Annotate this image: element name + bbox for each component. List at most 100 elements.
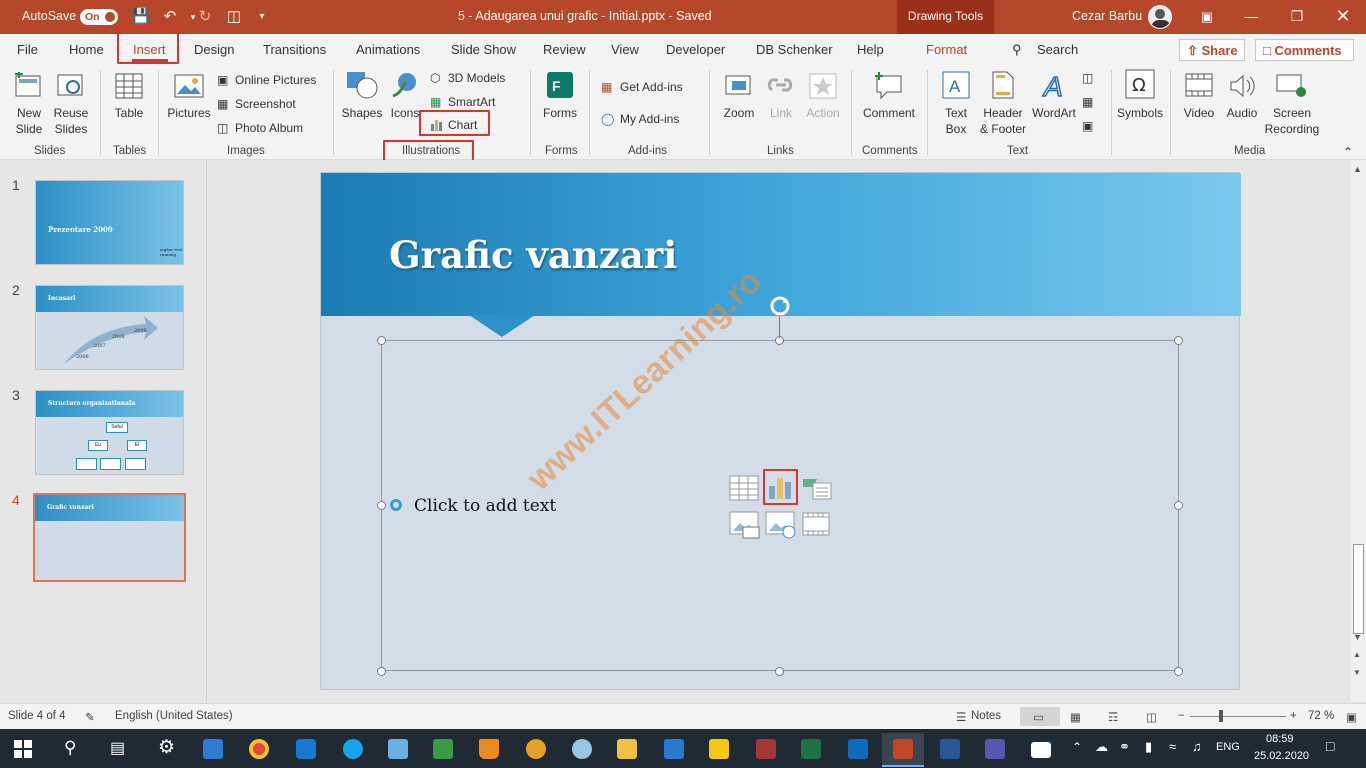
network-globe-icon[interactable]: ⚭	[1119, 739, 1130, 755]
teams-icon[interactable]	[974, 733, 1016, 767]
object-icon[interactable]: ▣	[1082, 118, 1093, 134]
my-addins-icon[interactable]: ◯	[601, 111, 614, 127]
resize-handle[interactable]	[377, 336, 386, 345]
symbols-button[interactable]: Symbols	[1114, 105, 1166, 121]
notes-icon[interactable]: ☰	[956, 710, 966, 724]
online-pictures-button[interactable]: Online Pictures	[235, 72, 316, 88]
online-pictures-icon[interactable]: ▣	[217, 72, 228, 88]
audio-button[interactable]: Audio	[1223, 105, 1261, 121]
resize-handle[interactable]	[1174, 667, 1183, 676]
icons-button[interactable]: Icons	[387, 105, 423, 121]
comment-icon[interactable]	[873, 70, 905, 100]
windows-start-icon[interactable]	[14, 740, 32, 758]
date-time-icon[interactable]: ◫	[1082, 70, 1093, 86]
zoom-button[interactable]: Zoom	[720, 105, 758, 121]
insert-video-icon[interactable]	[802, 512, 830, 536]
zoom-level[interactable]: 72 %	[1308, 710, 1334, 722]
taskbar-app-icon[interactable]	[377, 733, 419, 767]
new-slide-button[interactable]: New Slide	[10, 105, 48, 137]
insert-picture-icon[interactable]	[729, 511, 761, 539]
tab-slide-show[interactable]: Slide Show	[451, 42, 516, 57]
next-slide-icon[interactable]: ▼	[1353, 668, 1361, 677]
zoom-icon[interactable]	[724, 72, 754, 100]
slide-thumb-4[interactable]: Grafic vanzari	[33, 493, 186, 582]
close-icon[interactable]: ✕	[1320, 0, 1366, 34]
tab-review[interactable]: Review	[543, 42, 586, 57]
wordart-icon[interactable]: A	[1040, 70, 1070, 100]
normal-view-icon[interactable]: ▭	[1033, 710, 1044, 724]
resize-handle[interactable]	[377, 667, 386, 676]
tab-developer[interactable]: Developer	[666, 42, 725, 57]
screen-recording-icon[interactable]	[1275, 72, 1309, 100]
volume-icon[interactable]: ♫	[1192, 739, 1202, 754]
outlook-icon[interactable]	[837, 733, 879, 767]
icons-icon[interactable]	[389, 70, 421, 100]
notifications-icon[interactable]: □	[1326, 738, 1334, 754]
file-explorer-icon[interactable]	[606, 733, 648, 767]
table-icon[interactable]	[114, 72, 144, 100]
slideshow-view-icon[interactable]: ◫	[1146, 710, 1157, 724]
scroll-down-icon[interactable]: ▼	[1353, 632, 1362, 642]
reading-view-icon[interactable]: ☶	[1108, 710, 1118, 724]
clock-date[interactable]: 25.02.2020	[1254, 750, 1309, 762]
taskbar-app-icon[interactable]	[515, 733, 557, 767]
my-addins-button[interactable]: My Add-ins	[620, 111, 679, 127]
shapes-button[interactable]: Shapes	[340, 105, 384, 121]
vertical-scrollbar[interactable]: ▲ ▼ ▲ ▼	[1349, 160, 1366, 702]
battery-icon[interactable]: ▮	[1145, 739, 1152, 755]
zoom-in-icon[interactable]: +	[1290, 710, 1297, 722]
slide-thumb-3[interactable]: Structura organizationala Seful Eu El	[35, 390, 184, 475]
tab-animations[interactable]: Animations	[356, 42, 420, 57]
notes-button[interactable]: Notes	[971, 710, 1001, 722]
zoom-slider[interactable]	[1190, 716, 1286, 717]
customize-qat-icon[interactable]: ▾	[252, 7, 272, 27]
new-slide-icon[interactable]	[13, 72, 43, 100]
language[interactable]: English (United States)	[115, 710, 233, 722]
table-button[interactable]: Table	[110, 105, 148, 121]
comments-button[interactable]: □ Comments	[1255, 39, 1354, 61]
wordart-button[interactable]: WordArt	[1030, 105, 1078, 121]
get-addins-icon[interactable]: ▦	[601, 79, 612, 95]
video-icon[interactable]	[1184, 72, 1214, 100]
resize-handle[interactable]	[775, 667, 784, 676]
redo-icon[interactable]: ↻	[195, 7, 215, 27]
zoom-slider-thumb[interactable]	[1219, 710, 1223, 722]
reuse-slides-icon[interactable]	[56, 72, 86, 100]
tab-design[interactable]: Design	[194, 42, 234, 57]
present-icon[interactable]: ◫	[224, 7, 244, 27]
resize-handle[interactable]	[1174, 501, 1183, 510]
excel-icon[interactable]	[790, 733, 832, 767]
comment-button[interactable]: Comment	[858, 105, 920, 121]
smartart-icon[interactable]: ▦	[430, 94, 441, 110]
pictures-button[interactable]: Pictures	[166, 105, 212, 121]
insert-smartart-icon[interactable]	[801, 475, 833, 501]
tab-format[interactable]: Format	[926, 42, 967, 57]
insert-table-icon[interactable]	[729, 475, 759, 501]
photo-album-icon[interactable]: ◫	[217, 120, 228, 136]
photo-album-button[interactable]: Photo Album	[235, 120, 303, 136]
tab-view[interactable]: View	[611, 42, 639, 57]
share-button[interactable]: ⇧ Share	[1179, 39, 1245, 61]
text-box-icon[interactable]: A	[941, 70, 971, 100]
scroll-thumb[interactable]	[1353, 544, 1364, 634]
collapse-ribbon-icon[interactable]: ⌃	[1343, 144, 1353, 160]
tab-help[interactable]: Help	[857, 42, 884, 57]
powerpoint-icon[interactable]	[882, 733, 924, 767]
chrome-icon[interactable]	[238, 733, 280, 767]
fit-slide-icon[interactable]: ▣	[1346, 710, 1357, 724]
action-button[interactable]: Action	[803, 105, 843, 121]
screenshot-button[interactable]: Screenshot	[235, 96, 296, 112]
show-hidden-icons[interactable]: ⌃	[1072, 740, 1082, 754]
get-addins-button[interactable]: Get Add-ins	[620, 79, 683, 95]
restore-icon[interactable]: ❐	[1274, 0, 1320, 34]
taskbar-app-icon[interactable]	[653, 733, 695, 767]
zoom-out-icon[interactable]: −	[1178, 710, 1185, 722]
3d-models-button[interactable]: 3D Models	[448, 70, 505, 86]
user-name[interactable]: Cezar Barbu	[1072, 9, 1142, 23]
video-button[interactable]: Video	[1180, 105, 1218, 121]
wifi-icon[interactable]: ≈	[1169, 739, 1176, 754]
search-label[interactable]: Search	[1037, 42, 1078, 57]
paint-icon[interactable]	[561, 733, 603, 767]
avatar[interactable]	[1148, 5, 1172, 29]
smartart-button[interactable]: SmartArt	[448, 94, 495, 110]
